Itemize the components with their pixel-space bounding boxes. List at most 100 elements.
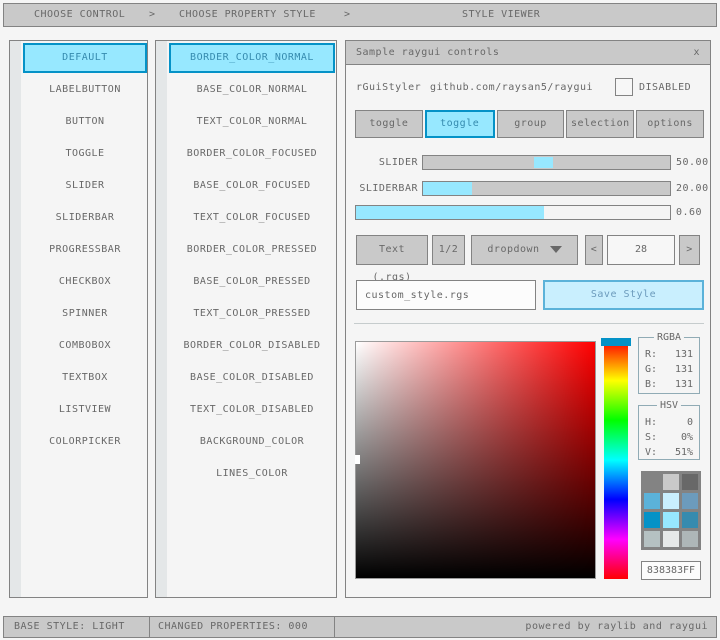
property-list-item[interactable]: TEXT_COLOR_DISABLED	[169, 395, 335, 425]
style-color-swatch[interactable]	[663, 512, 679, 528]
property-list-item[interactable]: BASE_COLOR_NORMAL	[169, 75, 335, 105]
style-color-swatch[interactable]	[682, 474, 698, 490]
rgba-groupbox: RGBA R: 131 G: 131 B: 131	[638, 337, 700, 394]
filename-input[interactable]	[356, 280, 536, 310]
progressbar-fill	[356, 206, 544, 219]
repo-label: github.com/raysan5/raygui	[430, 79, 593, 97]
property-list-item[interactable]: BASE_COLOR_PRESSED	[169, 267, 335, 297]
property-list-item[interactable]: BASE_COLOR_FOCUSED	[169, 171, 335, 201]
window-titlebar[interactable]: Sample raygui controls x	[346, 41, 710, 65]
close-icon[interactable]: x	[693, 47, 700, 58]
toggle-group-item[interactable]: selection	[566, 110, 634, 138]
control-list-item-listview[interactable]: LISTVIEW	[23, 395, 147, 425]
spinner-decrement-button[interactable]: <	[585, 235, 603, 265]
hue-selector[interactable]	[601, 338, 631, 346]
save-style-button[interactable]: Save Style	[543, 280, 704, 310]
progressbar	[355, 205, 671, 220]
h-label: H:	[645, 415, 657, 430]
properties-list: BORDER_COLOR_NORMAL BASE_COLOR_NORMAL TE…	[155, 40, 337, 598]
controls-list-scrollbar[interactable]	[10, 41, 21, 597]
control-list-item-slider[interactable]: SLIDER	[23, 171, 147, 201]
brand-label: rGuiStyler	[356, 79, 421, 97]
breadcrumb-choose-property-style: CHOOSE PROPERTY STYLE	[179, 4, 316, 26]
hsv-row-h: H: 0	[645, 415, 693, 430]
rgba-groupbox-title: RGBA	[654, 332, 684, 343]
half-button[interactable]: 1/2	[432, 235, 465, 265]
control-list-item-textbox[interactable]: TEXTBOX	[23, 363, 147, 393]
style-color-swatch[interactable]	[682, 531, 698, 547]
sliderbar-label: SLIDERBAR	[346, 181, 418, 196]
property-list-item[interactable]: BACKGROUND_COLOR	[169, 427, 335, 457]
control-list-item-checkbox[interactable]: CHECKBOX	[23, 267, 147, 297]
style-color-swatch[interactable]	[682, 512, 698, 528]
property-list-item[interactable]: BORDER_COLOR_NORMAL	[169, 43, 335, 73]
statusbar-changed-properties: CHANGED PROPERTIES: 000	[149, 616, 335, 638]
sliderbar-track[interactable]	[422, 181, 671, 196]
hue-bar[interactable]	[604, 341, 628, 579]
style-viewer-window: Sample raygui controls x rGuiStyler gith…	[345, 40, 711, 598]
rgba-row-g: G: 131	[645, 362, 693, 377]
sliderbar-fill	[423, 182, 472, 195]
property-list-item[interactable]: BASE_COLOR_DISABLED	[169, 363, 335, 393]
s-value: 0%	[681, 430, 693, 445]
property-list-item[interactable]: BORDER_COLOR_PRESSED	[169, 235, 335, 265]
control-list-item-default[interactable]: DEFAULT	[23, 43, 147, 73]
property-list-item[interactable]: BORDER_COLOR_FOCUSED	[169, 139, 335, 169]
disabled-checkbox-label: DISABLED	[639, 79, 691, 97]
style-color-swatch[interactable]	[663, 531, 679, 547]
property-list-item[interactable]: TEXT_COLOR_NORMAL	[169, 107, 335, 137]
file-type-button[interactable]: Text (.rgs)	[356, 235, 428, 265]
v-label: V:	[645, 445, 657, 460]
style-color-swatches	[641, 471, 701, 550]
divider-line	[354, 323, 704, 324]
toggle-group-item[interactable]: group	[497, 110, 565, 138]
chevron-right-icon: >	[149, 4, 156, 26]
control-list-item-toggle[interactable]: TOGGLE	[23, 139, 147, 169]
style-color-swatch[interactable]	[682, 493, 698, 509]
property-list-item[interactable]: LINES_COLOR	[169, 459, 335, 489]
property-list-item[interactable]: TEXT_COLOR_FOCUSED	[169, 203, 335, 233]
slider-handle[interactable]	[534, 157, 553, 168]
control-list-item-colorpicker[interactable]: COLORPICKER	[23, 427, 147, 457]
toggle-group-item[interactable]: options	[636, 110, 704, 138]
dropdown-label: dropdown	[487, 244, 539, 255]
control-list-item-button[interactable]: BUTTON	[23, 107, 147, 137]
hex-color-value[interactable]: 838383FF	[641, 561, 701, 580]
slider-track[interactable]	[422, 155, 671, 170]
property-list-item[interactable]: TEXT_COLOR_PRESSED	[169, 299, 335, 329]
style-color-swatch[interactable]	[644, 493, 660, 509]
control-list-item-spinner[interactable]: SPINNER	[23, 299, 147, 329]
window-title: Sample raygui controls	[356, 47, 499, 58]
control-list-item-combobox[interactable]: COMBOBOX	[23, 331, 147, 361]
control-list-item-progressbar[interactable]: PROGRESSBAR	[23, 235, 147, 265]
dropdown-button[interactable]: dropdown	[471, 235, 578, 265]
s-label: S:	[645, 430, 657, 445]
spinner-increment-button[interactable]: >	[679, 235, 700, 265]
toggle-group-item-active[interactable]: toggle	[425, 110, 495, 138]
statusbar-powered-by: powered by raylib and raygui	[334, 616, 717, 638]
color-saturation-value-panel[interactable]	[355, 341, 596, 579]
properties-list-scrollbar[interactable]	[156, 41, 167, 597]
disabled-checkbox[interactable]	[615, 78, 633, 96]
controls-list: DEFAULT LABELBUTTON BUTTON TOGGLE SLIDER…	[9, 40, 148, 598]
style-color-swatch[interactable]	[663, 493, 679, 509]
chevron-right-icon: >	[344, 4, 351, 26]
color-picker-cursor[interactable]	[355, 455, 360, 464]
b-value: 131	[675, 377, 693, 392]
spinner-value[interactable]: 28	[607, 235, 675, 265]
g-value: 131	[675, 362, 693, 377]
b-label: B:	[645, 377, 657, 392]
control-list-item-labelbutton[interactable]: LABELBUTTON	[23, 75, 147, 105]
style-color-swatch[interactable]	[644, 474, 660, 490]
toggle-group-item[interactable]: toggle	[355, 110, 423, 138]
hsv-row-v: V: 51%	[645, 445, 693, 460]
chevron-down-icon	[550, 246, 562, 253]
sliderbar-value: 20.00	[676, 181, 709, 196]
style-color-swatch[interactable]	[663, 474, 679, 490]
statusbar-base-style: BASE STYLE: LIGHT	[3, 616, 150, 638]
hsv-row-s: S: 0%	[645, 430, 693, 445]
property-list-item[interactable]: BORDER_COLOR_DISABLED	[169, 331, 335, 361]
control-list-item-sliderbar[interactable]: SLIDERBAR	[23, 203, 147, 233]
style-color-swatch[interactable]	[644, 512, 660, 528]
style-color-swatch[interactable]	[644, 531, 660, 547]
